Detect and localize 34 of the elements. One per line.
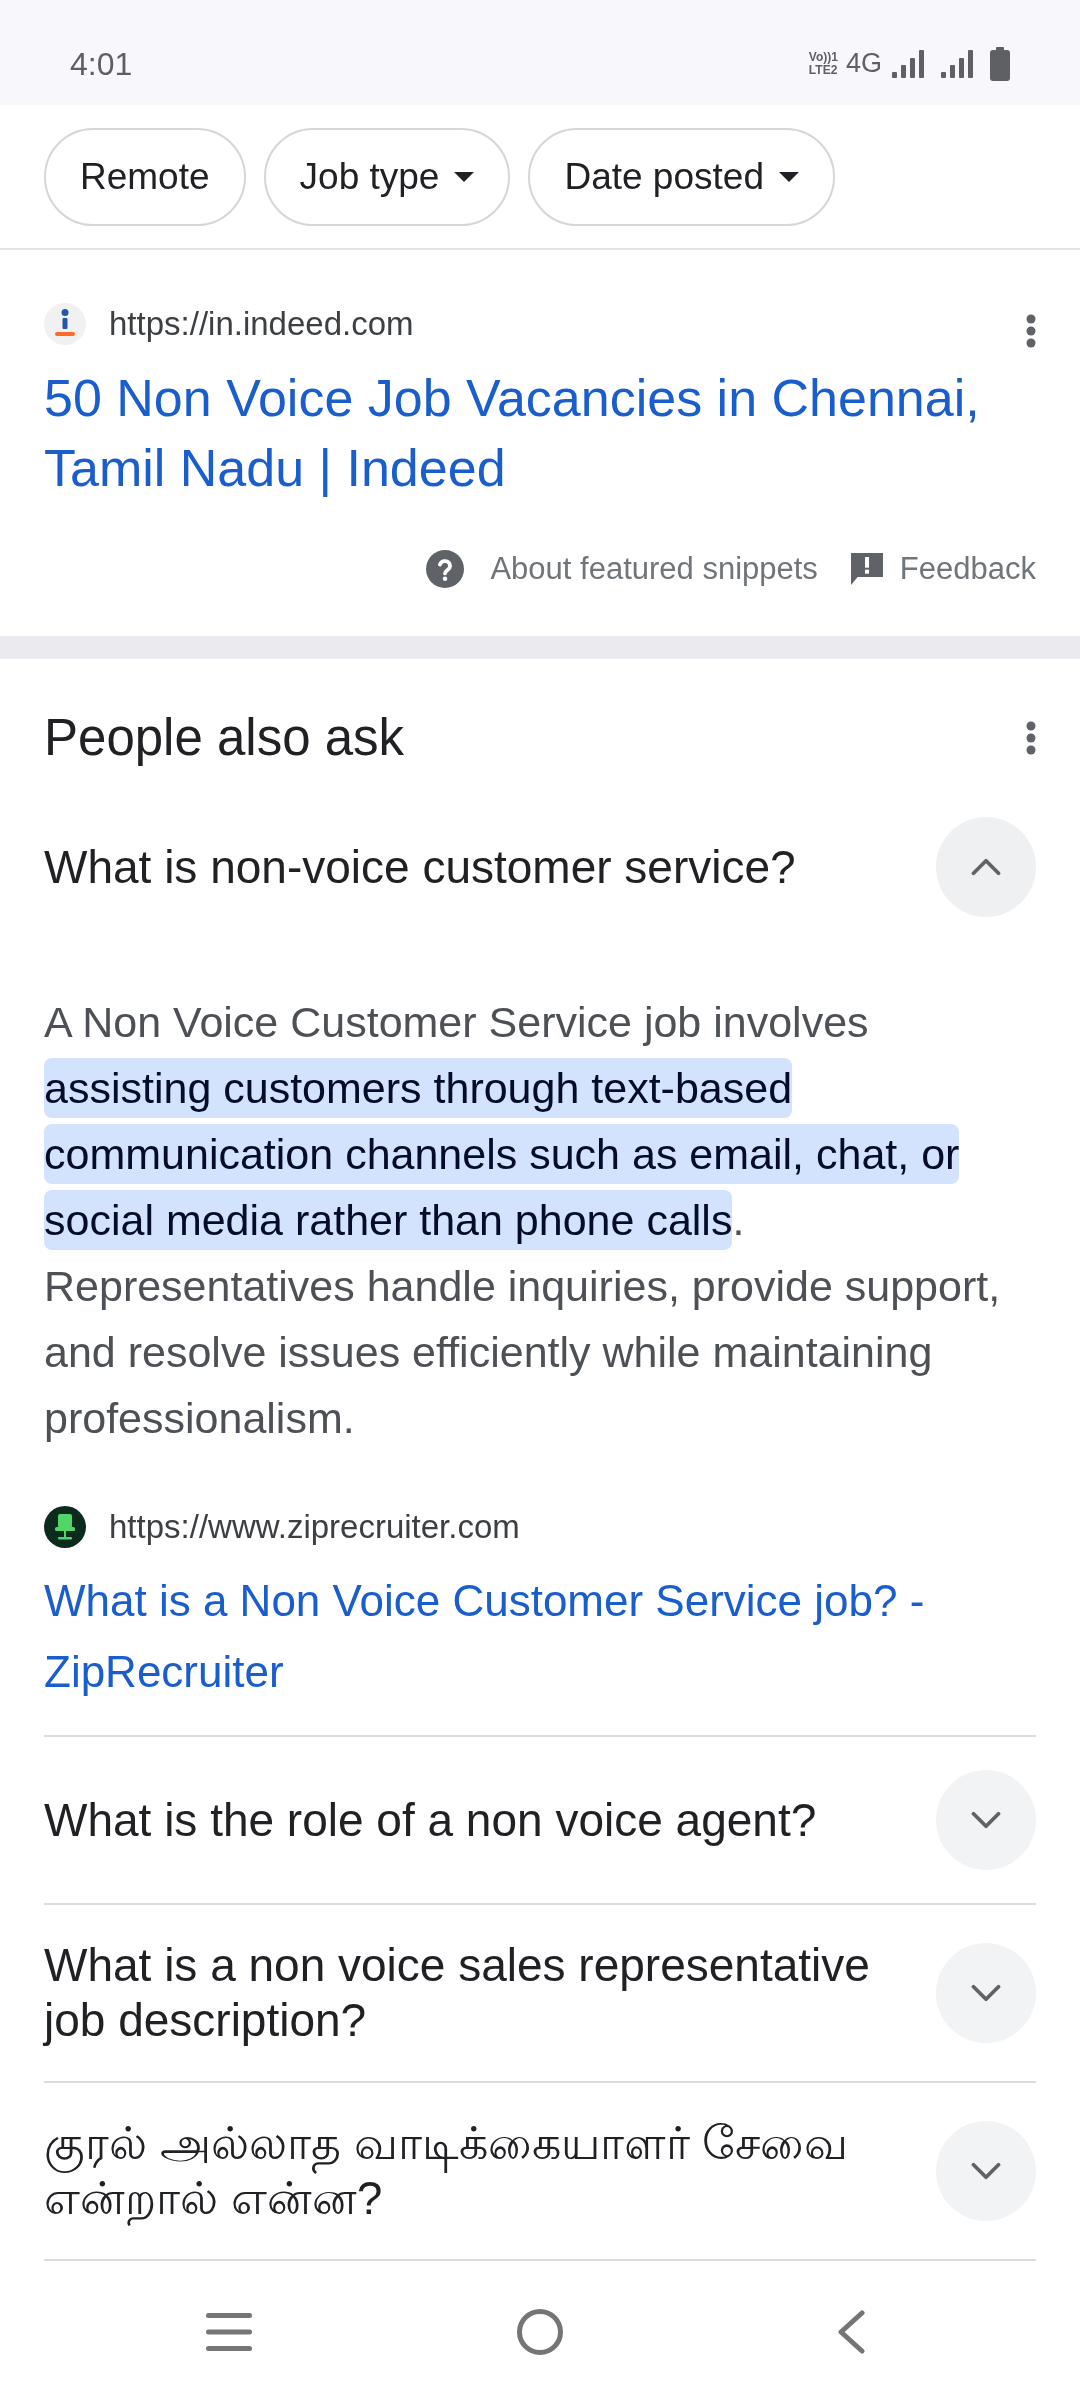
source-title-link[interactable]: What is a Non Voice Customer Service job? - ZipRecruiter [44,1565,1036,1707]
signal-icon [892,49,924,78]
filter-chip[interactable]: Job type [263,128,511,226]
result-url: https://in.indeed.com [109,304,414,345]
filter-chip[interactable]: Date posted [528,128,835,226]
answer-text: A Non Voice Customer Service job involves assisting customers through text-based communication channels such as email, chat, or social media rather than phone calls. Representatives handle inquiries, provide support, and resolve issues efficiently while maintaining professionalism. [44,997,1002,1444]
i-logo-icon [44,303,86,345]
battery-icon [990,46,1010,81]
filter-chip[interactable]: Remote [44,128,246,226]
chevron-down-icon [971,2162,1001,2180]
question-text[interactable]: What is the role of a non voice agent? [44,1792,906,1848]
feedback-link[interactable]: Feedback [850,545,1036,593]
back-icon[interactable] [836,2310,865,2354]
chair-icon [44,1506,86,1548]
result-title-link[interactable]: 50 Non Voice Job Vacancies in Chennai, Tamil Nadu | Indeed [44,363,1036,503]
chevron-up-icon [971,858,1001,876]
volte-indicator: Vo))1 LTE2 [808,50,838,77]
more-options-icon[interactable] [1026,721,1036,755]
help-circle-icon [426,550,465,588]
menu-icon[interactable] [206,2313,253,2351]
status-time: 4:01 [70,44,133,84]
home-icon[interactable] [517,2309,563,2355]
exclamation-bubble-icon [850,553,883,585]
chevron-down-icon [971,1811,1001,1829]
more-options-icon[interactable] [1026,314,1036,348]
question-text[interactable]: What is a non voice sales representative job description? [44,1938,906,2048]
chevron-down-icon [971,1984,1001,2002]
question-text[interactable]: What is non-voice customer service? [44,839,906,895]
signal-icon [941,49,973,78]
question-text[interactable]: குரல் அல்லாத வாடிக்கையாளர் சேவை என்றால் என்ன? [44,2116,906,2226]
network-type-label: 4G [845,47,882,81]
section-heading: People also ask [44,708,405,768]
source-url: https://www.ziprecruiter.com [109,1507,520,1548]
about-snippets-link[interactable]: About featured snippets [426,545,818,593]
